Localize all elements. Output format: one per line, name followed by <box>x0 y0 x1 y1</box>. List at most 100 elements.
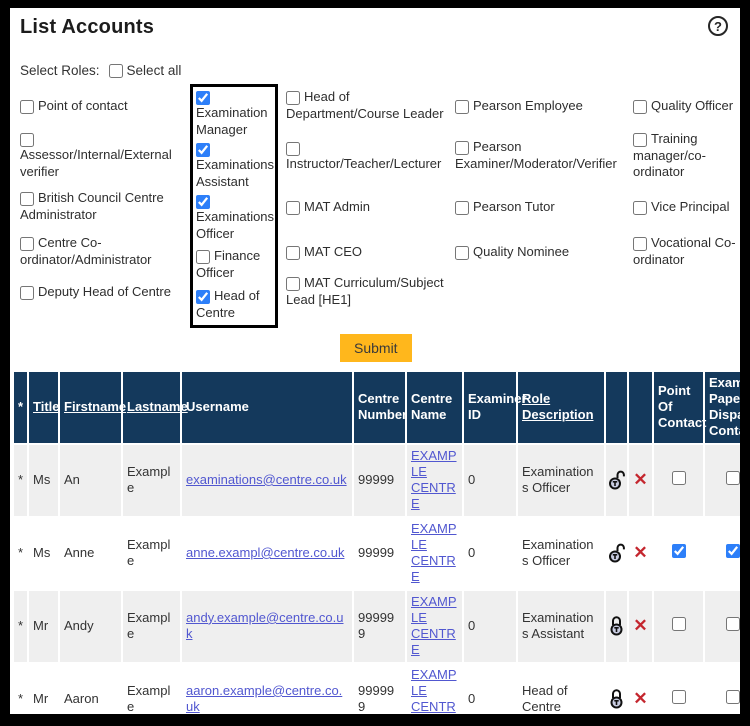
role-checkbox-vocational-coordinator[interactable]: Vocational Co-ordinator <box>633 230 739 274</box>
centre-name-link[interactable]: EXAMPLE CENTRE <box>411 521 457 585</box>
examiner-id-cell: 0 <box>464 445 516 516</box>
select-roles-row: Select Roles: Select all <box>20 63 740 78</box>
centre-name-link[interactable]: EXAMPLE CENTRE <box>411 667 457 714</box>
role-checkbox-finance-officer[interactable]: Finance Officer <box>196 243 272 287</box>
role-checkbox-head-of-centre[interactable]: Head of Centre <box>196 287 272 323</box>
role-description-cell: Examinations Assistant <box>518 591 604 662</box>
dispatch-contact-checkbox[interactable] <box>726 690 740 704</box>
role-checkbox-pearson-employee[interactable]: Pearson Employee <box>455 84 625 128</box>
col-examiner-id: Examiner ID <box>464 372 516 443</box>
username-link[interactable]: examinations@centre.co.uk <box>186 472 347 487</box>
role-description-cell: Examinations Officer <box>518 518 604 589</box>
role-checkbox-pearson-tutor[interactable]: Pearson Tutor <box>455 184 625 230</box>
role-checkbox-assessor[interactable]: Assessor/Internal/External verifier <box>20 128 186 184</box>
point-of-contact-checkbox[interactable] <box>672 471 686 485</box>
lock-icon[interactable] <box>608 688 625 710</box>
role-checkbox-pearson-examiner[interactable]: Pearson Examiner/Moderator/Verifier <box>455 128 625 184</box>
centre-name-link[interactable]: EXAMPLE CENTRE <box>411 594 457 658</box>
firstname-cell: An <box>60 445 121 516</box>
table-row: * Mr Aaron Example aaron.example@centre.… <box>14 664 740 714</box>
required-flag: * <box>14 591 27 662</box>
role-checkbox-examinations-assistant[interactable]: Examinations Assistant <box>196 139 272 193</box>
role-checkbox-vice-principal[interactable]: Vice Principal <box>633 184 739 230</box>
content-area: List Accounts ? Select Roles: Select all… <box>10 8 740 714</box>
select-all-checkbox[interactable]: Select all <box>109 63 182 78</box>
examiner-id-cell: 0 <box>464 664 516 714</box>
page-title: List Accounts <box>20 16 730 39</box>
role-checkbox-head-of-department[interactable]: Head of Department/Course Leader <box>286 84 450 128</box>
role-checkbox-deputy-head[interactable]: Deputy Head of Centre <box>20 274 186 310</box>
lastname-cell: Example <box>123 591 180 662</box>
unlock-icon[interactable] <box>608 469 625 491</box>
role-checkbox-instructor[interactable]: Instructor/Teacher/Lecturer <box>286 128 450 184</box>
delete-x-icon[interactable]: ✕ <box>633 690 647 707</box>
title-cell: Mr <box>29 664 58 714</box>
centre-number-cell: 999999 <box>354 664 405 714</box>
dispatch-contact-checkbox[interactable] <box>726 617 740 631</box>
firstname-cell: Andy <box>60 591 121 662</box>
centre-name-link[interactable]: EXAMPLE CENTRE <box>411 448 457 512</box>
col-lastname-sort[interactable]: Lastname <box>123 372 180 443</box>
roles-column-3: Head of Department/Course Leader Instruc… <box>286 84 450 328</box>
table-row: * Mr Andy Example andy.example@centre.co… <box>14 591 740 662</box>
role-checkbox-centre-coordinator[interactable]: Centre Co-ordinator/Administrator <box>20 230 186 274</box>
point-of-contact-checkbox[interactable] <box>672 617 686 631</box>
help-icon[interactable]: ? <box>708 16 728 36</box>
col-role-description-sort[interactable]: Role Description <box>518 372 604 443</box>
table-row: * Ms Anne Example anne.exampl@centre.co.… <box>14 518 740 589</box>
unlock-icon[interactable] <box>608 542 625 564</box>
required-flag: * <box>14 518 27 589</box>
col-required: * <box>14 372 27 443</box>
roles-column-1: Point of contact Assessor/Internal/Exter… <box>20 84 186 328</box>
required-flag: * <box>14 445 27 516</box>
dispatch-contact-checkbox[interactable] <box>726 471 740 485</box>
examiner-id-cell: 0 <box>464 518 516 589</box>
role-checkbox-examinations-officer[interactable]: Examinations Officer <box>196 193 272 243</box>
role-checkbox-point-of-contact[interactable]: Point of contact <box>20 84 186 128</box>
submit-button[interactable]: Submit <box>340 334 412 362</box>
dispatch-contact-checkbox[interactable] <box>726 544 740 558</box>
select-all-input[interactable] <box>109 64 123 78</box>
point-of-contact-checkbox[interactable] <box>672 690 686 704</box>
title-cell: Mr <box>29 591 58 662</box>
lastname-cell: Example <box>123 445 180 516</box>
role-description-cell: Examinations Officer <box>518 445 604 516</box>
role-checkbox-quality-officer[interactable]: Quality Officer <box>633 84 739 128</box>
title-cell: Ms <box>29 445 58 516</box>
role-description-cell: Head of Centre <box>518 664 604 714</box>
role-checkbox-british-council[interactable]: British Council Centre Administrator <box>20 184 186 230</box>
roles-filter-grid: Point of contact Assessor/Internal/Exter… <box>20 84 740 328</box>
select-roles-label: Select Roles: <box>20 63 100 78</box>
lastname-cell: Example <box>123 664 180 714</box>
roles-column-2-highlighted: Examination Manager Examinations Assista… <box>190 84 278 328</box>
point-of-contact-checkbox[interactable] <box>672 544 686 558</box>
col-firstname-sort[interactable]: Firstname <box>60 372 121 443</box>
centre-number-cell: 99999 <box>354 445 405 516</box>
examiner-id-cell: 0 <box>464 591 516 662</box>
roles-column-4: Pearson Employee Pearson Examiner/Modera… <box>455 84 625 328</box>
delete-x-icon[interactable]: ✕ <box>633 471 647 488</box>
col-point-of-contact: Point Of Contact <box>654 372 703 443</box>
role-checkbox-examination-manager[interactable]: Examination Manager <box>196 89 272 139</box>
centre-number-cell: 999999 <box>354 591 405 662</box>
role-checkbox-quality-nominee[interactable]: Quality Nominee <box>455 230 625 274</box>
col-lock <box>606 372 627 443</box>
role-checkbox-mat-ceo[interactable]: MAT CEO <box>286 230 450 274</box>
col-title-sort[interactable]: Title <box>29 372 58 443</box>
table-row: * Ms An Example examinations@centre.co.u… <box>14 445 740 516</box>
title-cell: Ms <box>29 518 58 589</box>
role-checkbox-mat-admin[interactable]: MAT Admin <box>286 184 450 230</box>
username-link[interactable]: andy.example@centre.co.uk <box>186 610 344 641</box>
col-centre-number: Centre Number <box>354 372 405 443</box>
role-checkbox-training-manager[interactable]: Training manager/co-ordinator <box>633 128 739 184</box>
select-all-label: Select all <box>127 63 182 78</box>
lock-icon[interactable] <box>608 615 625 637</box>
col-username: Username <box>182 372 352 443</box>
firstname-cell: Anne <box>60 518 121 589</box>
username-link[interactable]: anne.exampl@centre.co.uk <box>186 545 344 560</box>
delete-x-icon[interactable]: ✕ <box>633 544 647 561</box>
col-centre-name: Centre Name <box>407 372 462 443</box>
delete-x-icon[interactable]: ✕ <box>633 617 647 634</box>
username-link[interactable]: aaron.example@centre.co.uk <box>186 683 342 714</box>
role-checkbox-mat-curriculum[interactable]: MAT Curriculum/Subject Lead [HE1] <box>286 274 450 310</box>
